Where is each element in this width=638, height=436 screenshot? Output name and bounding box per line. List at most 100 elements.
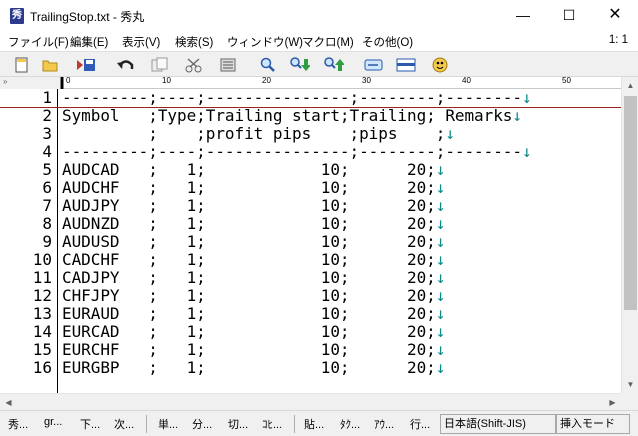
line-text[interactable]: Symbol ;Type;Trailing start;Trailing; Re… xyxy=(62,107,522,125)
cut-icon[interactable] xyxy=(184,55,204,75)
editor-line[interactable]: 2 Symbol ;Type;Trailing start;Trailing; R… xyxy=(0,107,621,125)
scroll-up-button[interactable]: ▲ xyxy=(622,77,638,94)
line-text[interactable]: EURCAD ; 1; 10; 20;↓ xyxy=(62,323,445,341)
line-content: CHFJPY ; 1; 10; 20; xyxy=(62,286,436,305)
fkey-7[interactable]: 切... xyxy=(228,416,248,432)
menu-window[interactable]: ウィンドウ(W) xyxy=(227,34,303,50)
copy-icon[interactable] xyxy=(150,55,170,75)
menu-other[interactable]: その他(O) xyxy=(362,34,413,50)
menu-file[interactable]: ファイル(F) xyxy=(8,34,69,50)
fkey-4[interactable]: 次... xyxy=(114,416,134,432)
line-text[interactable]: CADJPY ; 1; 10; 20;↓ xyxy=(62,269,445,287)
paste-icon[interactable] xyxy=(218,55,238,75)
fkey-12[interactable]: 行... xyxy=(410,416,430,432)
menu-macro[interactable]: マクロ(M) xyxy=(302,34,354,50)
scroll-left-button[interactable]: ◀ xyxy=(0,394,17,411)
fkey-11[interactable]: ｱｳ... xyxy=(374,416,394,432)
line-text[interactable]: CADCHF ; 1; 10; 20;↓ xyxy=(62,251,445,269)
editor-line[interactable]: 12 CHFJPY ; 1; 10; 20;↓ xyxy=(0,287,621,305)
encoding-indicator[interactable]: 日本語(Shift-JIS) xyxy=(440,414,556,434)
new-file-icon[interactable] xyxy=(12,55,32,75)
editor-line[interactable]: 11 CADJPY ; 1; 10; 20;↓ xyxy=(0,269,621,287)
fkey-9[interactable]: 貼... xyxy=(304,416,324,432)
fkey-10[interactable]: ﾀｸ... xyxy=(340,416,360,432)
line-text[interactable]: ; ;profit pips ;pips ;↓ xyxy=(62,125,455,143)
editor-line[interactable]: 5 AUDCAD ; 1; 10; 20;↓ xyxy=(0,161,621,179)
text-editor[interactable]: 1 ---------;----;---------------;--------… xyxy=(0,89,621,393)
open-file-icon[interactable] xyxy=(40,55,60,75)
scroll-down-button[interactable]: ▼ xyxy=(622,376,638,393)
line-text[interactable]: AUDUSD ; 1; 10; 20;↓ xyxy=(62,233,445,251)
undo-icon[interactable] xyxy=(116,55,136,75)
fkey-6[interactable]: 分... xyxy=(192,416,212,432)
menu-search[interactable]: 検索(S) xyxy=(175,34,213,50)
line-number: 1 xyxy=(42,89,52,107)
line-content: ---------;----;---------------;--------;… xyxy=(62,89,522,107)
line-content: AUDCHF ; 1; 10; 20; xyxy=(62,178,436,197)
fkey-separator xyxy=(146,415,147,433)
editor-line[interactable]: 7 AUDJPY ; 1; 10; 20;↓ xyxy=(0,197,621,215)
line-text[interactable]: AUDJPY ; 1; 10; 20;↓ xyxy=(62,197,445,215)
search-up-icon[interactable] xyxy=(324,55,344,75)
line-number: 15 xyxy=(32,340,52,359)
line-text[interactable]: AUDCHF ; 1; 10; 20;↓ xyxy=(62,179,445,197)
editor-line[interactable]: 6 AUDCHF ; 1; 10; 20;↓ xyxy=(0,179,621,197)
line-number: 4 xyxy=(42,142,52,161)
line-content: EURGBP ; 1; 10; 20; xyxy=(62,358,436,377)
hidemaru-app-icon[interactable]: 秀 xyxy=(10,8,24,24)
search-icon[interactable] xyxy=(258,55,278,75)
cursor-position: 1: 1 xyxy=(608,34,628,46)
line-text[interactable]: AUDCAD ; 1; 10; 20;↓ xyxy=(62,161,445,179)
line-text[interactable]: CHFJPY ; 1; 10; 20;↓ xyxy=(62,287,445,305)
editor-line[interactable]: 3 ; ;profit pips ;pips ;↓ xyxy=(0,125,621,143)
line-text[interactable]: EURAUD ; 1; 10; 20;↓ xyxy=(62,305,445,323)
horizontal-scrollbar[interactable]: ◀ ▶ xyxy=(0,393,621,410)
insert-mode-indicator[interactable]: 挿入モード xyxy=(556,414,630,434)
editor-line[interactable]: 14 EURCAD ; 1; 10; 20;↓ xyxy=(0,323,621,341)
line-text[interactable]: AUDNZD ; 1; 10; 20;↓ xyxy=(62,215,445,233)
fkey-5[interactable]: 単... xyxy=(158,416,178,432)
line-content: CADJPY ; 1; 10; 20; xyxy=(62,268,436,287)
editor-line[interactable]: 10 CADCHF ; 1; 10; 20;↓ xyxy=(0,251,621,269)
editor-line[interactable]: 8 AUDNZD ; 1; 10; 20;↓ xyxy=(0,215,621,233)
line-content: EURCAD ; 1; 10; 20; xyxy=(62,322,436,341)
ruler-mark-40: 40 xyxy=(462,76,471,85)
fkey-separator xyxy=(294,415,295,433)
menu-edit[interactable]: 編集(E) xyxy=(70,34,108,50)
line-text[interactable]: ---------;----;---------------;--------;… xyxy=(62,89,532,107)
editor-line[interactable]: 16 EURGBP ; 1; 10; 20;↓ xyxy=(0,359,621,377)
editor-line[interactable]: 9 AUDUSD ; 1; 10; 20;↓ xyxy=(0,233,621,251)
vertical-scroll-thumb[interactable] xyxy=(624,96,637,310)
line-text[interactable]: ---------;----;---------------;--------;… xyxy=(62,143,532,161)
fkey-2[interactable]: gr... xyxy=(44,416,62,428)
fkey-3[interactable]: 下... xyxy=(80,416,100,432)
menu-view[interactable]: 表示(V) xyxy=(122,34,160,50)
vertical-scrollbar[interactable]: ▲ ▼ xyxy=(621,77,638,393)
line-content: ; ;profit pips ;pips ; xyxy=(62,124,446,143)
line-text[interactable]: EURCHF ; 1; 10; 20;↓ xyxy=(62,341,445,359)
window-icon[interactable] xyxy=(396,55,416,75)
save-file-icon[interactable] xyxy=(76,55,96,75)
title-bar: 秀 TrailingStop.txt - 秀丸 — ☐ ✕ xyxy=(0,0,638,31)
editor-line[interactable]: 13 EURAUD ; 1; 10; 20;↓ xyxy=(0,305,621,323)
ruler-mark-0: 0 xyxy=(66,76,71,85)
editor-line[interactable]: 4 ---------;----;---------------;--------… xyxy=(0,143,621,161)
line-content: ---------;----;---------------;--------;… xyxy=(62,142,522,161)
ruler: » 0 10 20 30 40 50 xyxy=(0,76,621,89)
status-bar: 秀... gr... 下... 次... 単... 分... 切... ｺﾋ..… xyxy=(0,410,638,436)
fkey-1[interactable]: 秀... xyxy=(8,416,28,432)
maximize-button[interactable]: ☐ xyxy=(546,0,592,31)
line-number: 11 xyxy=(32,268,52,287)
help-icon[interactable] xyxy=(430,55,450,75)
replace-icon[interactable] xyxy=(364,55,384,75)
search-down-icon[interactable] xyxy=(290,55,310,75)
line-number: 6 xyxy=(42,178,52,197)
fkey-8[interactable]: ｺﾋ... xyxy=(262,416,282,432)
minimize-button[interactable]: — xyxy=(500,0,546,31)
line-text[interactable]: EURGBP ; 1; 10; 20;↓ xyxy=(62,359,445,377)
close-button[interactable]: ✕ xyxy=(592,0,638,31)
editor-line[interactable]: 15 EURCHF ; 1; 10; 20;↓ xyxy=(0,341,621,359)
line-end-mark-icon: ↓ xyxy=(435,322,446,341)
editor-line[interactable]: 1 ---------;----;---------------;--------… xyxy=(0,89,621,107)
scroll-right-button[interactable]: ▶ xyxy=(604,394,621,411)
